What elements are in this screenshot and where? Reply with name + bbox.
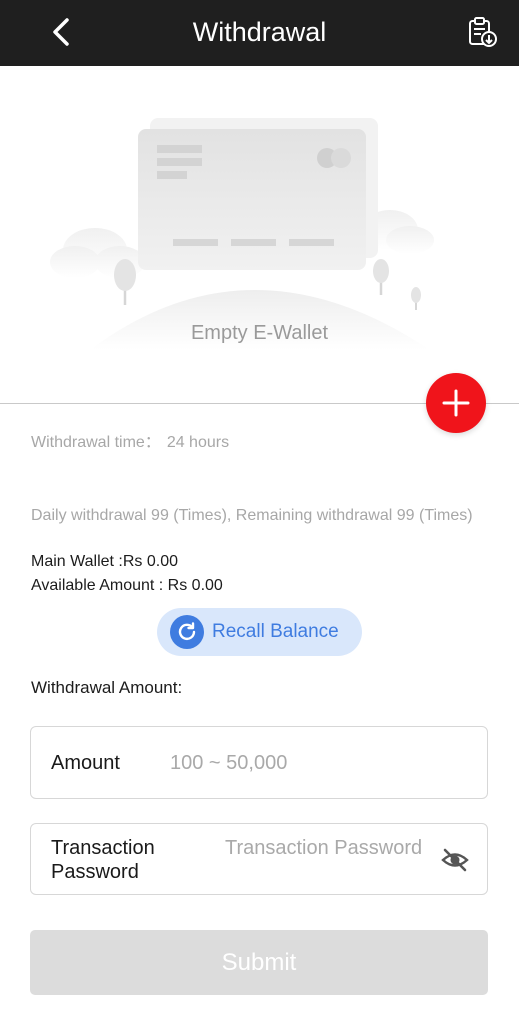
plus-icon xyxy=(442,389,470,417)
transaction-password-label: Transaction Password xyxy=(51,837,155,883)
available-amount: Available Amount : Rs 0.00 xyxy=(31,577,223,594)
amount-input[interactable] xyxy=(170,749,460,777)
transaction-password-input[interactable] xyxy=(225,836,425,884)
amount-label: Amount xyxy=(51,752,120,774)
recall-balance-button[interactable]: Recall Balance xyxy=(157,608,362,656)
daily-limit-text: Daily withdrawal 99 (Times), Remaining w… xyxy=(31,507,473,524)
withdrawal-time: Withdrawal time： 24 hours xyxy=(31,432,229,454)
amount-field: Amount xyxy=(30,726,488,799)
withdrawal-time-label: Withdrawal time： xyxy=(31,434,161,451)
clipboard-download-icon xyxy=(469,17,497,47)
main-wallet-balance: Main Wallet :Rs 0.00 xyxy=(31,553,179,570)
empty-wallet-text: Empty E-Wallet xyxy=(190,322,329,344)
withdrawal-records-button[interactable] xyxy=(462,12,502,52)
page-title: Withdrawal xyxy=(192,17,327,47)
refresh-icon xyxy=(170,615,204,649)
add-wallet-button[interactable] xyxy=(426,373,486,433)
recall-balance-label: Recall Balance xyxy=(212,621,339,642)
withdrawal-time-value: 24 hours xyxy=(166,434,230,451)
withdrawal-amount-heading: Withdrawal Amount: xyxy=(31,678,183,697)
toggle-password-visibility-button[interactable] xyxy=(441,846,469,874)
app-header: Withdrawal xyxy=(0,0,519,66)
submit-button[interactable]: Submit xyxy=(30,930,488,995)
transaction-password-field: Transaction Password xyxy=(30,823,488,895)
eye-off-icon xyxy=(441,848,469,872)
